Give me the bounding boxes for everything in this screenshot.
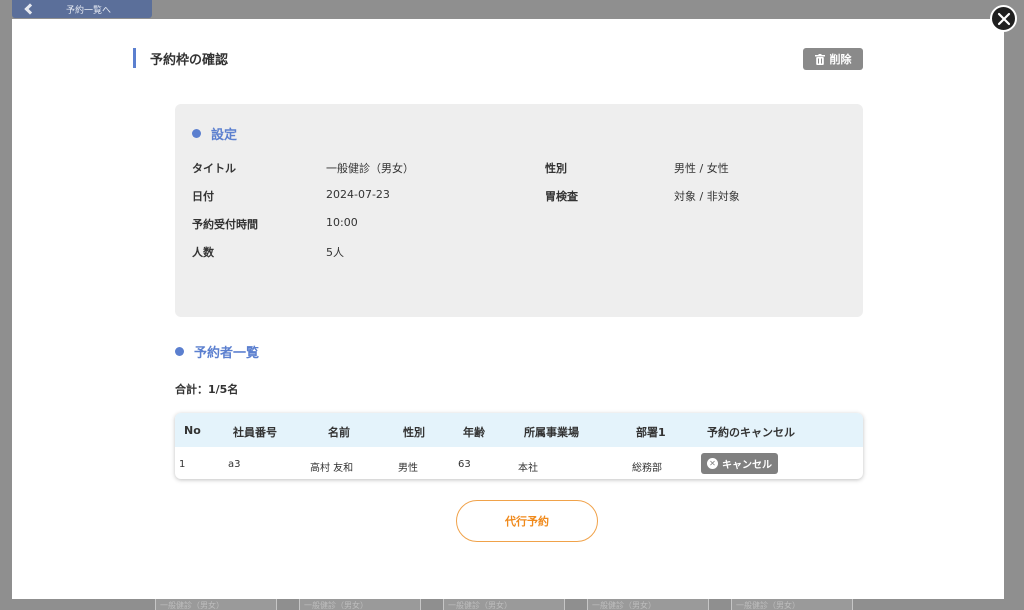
delete-button[interactable]: 削除 xyxy=(803,48,863,70)
column-header: 予約のキャンセル xyxy=(707,426,795,439)
delete-label: 削除 xyxy=(829,53,852,66)
background-card: 一般健診（男女） xyxy=(155,598,277,610)
proxy-reservation-label: 代行予約 xyxy=(505,515,549,528)
column-header: 名前 xyxy=(328,426,350,439)
date-value: 2024-07-23 xyxy=(326,188,390,201)
background-cards: 一般健診（男女） 一般健診（男女） 一般健診（男女） 一般健診（男女） 一般健診… xyxy=(155,598,875,610)
chevron-left-icon xyxy=(12,0,44,18)
row-name: 高村 友和 xyxy=(310,463,354,474)
capacity-value: 5人 xyxy=(326,246,344,259)
reservation-table: No 社員番号 名前 性別 年齢 所属事業場 部署1 予約のキャンセル 1 a3… xyxy=(175,413,863,479)
stomach-exam-label: 胃検査 xyxy=(545,190,578,203)
cancel-label: キャンセル xyxy=(722,460,772,471)
capacity-label: 人数 xyxy=(192,246,214,259)
close-modal-button[interactable] xyxy=(990,5,1017,32)
stomach-exam-value: 対象 / 非対象 xyxy=(674,190,740,203)
back-to-list-button[interactable]: 予約一覧へ xyxy=(12,0,152,18)
trash-icon xyxy=(814,53,825,65)
gender-value: 男性 / 女性 xyxy=(674,162,729,175)
page-title: 予約枠の確認 xyxy=(150,52,229,68)
background-card: 一般健診（男女） xyxy=(731,598,853,610)
column-header: 社員番号 xyxy=(233,426,277,439)
bullet-dot-icon xyxy=(192,129,201,138)
reservation-slot-modal: 予約枠の確認 削除 設定 タイトル 一般健診（男女） 性別 男性 / 女性 日付… xyxy=(12,19,1004,599)
row-employee-no: a3 xyxy=(228,459,241,470)
column-header: 性別 xyxy=(403,426,425,439)
gender-label: 性別 xyxy=(545,162,567,175)
row-age: 63 xyxy=(458,459,471,470)
row-no: 1 xyxy=(179,459,186,470)
column-header: 年齢 xyxy=(463,426,485,439)
reservation-list-heading: 予約者一覧 xyxy=(175,342,259,361)
background-card: 一般健診（男女） xyxy=(299,598,421,610)
close-circle-icon: ✕ xyxy=(707,458,718,469)
cancel-reservation-button[interactable]: ✕ キャンセル xyxy=(701,453,778,474)
reservation-list-heading-label: 予約者一覧 xyxy=(194,346,260,361)
reservation-total: 合計：1/5名 xyxy=(175,383,239,396)
column-header: 部署1 xyxy=(636,426,666,439)
background-card: 一般健診（男女） xyxy=(587,598,709,610)
column-header: 所属事業場 xyxy=(524,426,579,439)
row-gender: 男性 xyxy=(398,463,418,474)
modal-header: 予約枠の確認 xyxy=(133,48,228,68)
title-value: 一般健診（男女） xyxy=(326,162,414,175)
back-to-list-label: 予約一覧へ xyxy=(66,5,112,16)
close-icon xyxy=(997,12,1010,25)
row-department: 総務部 xyxy=(632,463,662,474)
reception-time-value: 10:00 xyxy=(326,216,358,229)
date-label: 日付 xyxy=(192,190,214,203)
settings-heading: 設定 xyxy=(192,124,237,143)
column-header: No xyxy=(184,424,201,437)
background-card: 一般健診（男女） xyxy=(443,598,565,610)
proxy-reservation-button[interactable]: 代行予約 xyxy=(456,500,598,542)
title-accent-bar xyxy=(133,48,136,68)
title-label: タイトル xyxy=(192,162,236,175)
row-office: 本社 xyxy=(518,463,538,474)
bullet-dot-icon xyxy=(175,347,184,356)
settings-panel: 設定 タイトル 一般健診（男女） 性別 男性 / 女性 日付 2024-07-2… xyxy=(175,104,863,317)
settings-heading-label: 設定 xyxy=(211,128,238,143)
reception-time-label: 予約受付時間 xyxy=(192,218,258,231)
